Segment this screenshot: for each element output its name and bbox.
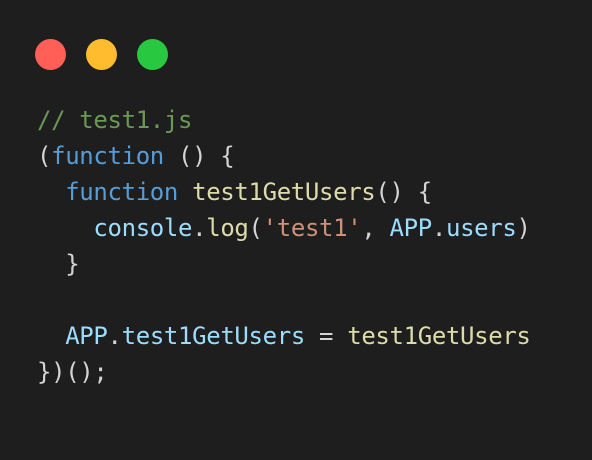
code-token-variable: test1GetUsers [121,322,306,350]
code-token-punctuation: . [431,214,446,242]
code-line: // test1.js [37,102,531,138]
code-token-keyword: function [65,178,178,206]
code-token-punctuation [37,322,65,350]
code-token-punctuation: () { [375,178,432,206]
window-controls [35,39,168,71]
code-line: })(); [37,354,531,390]
close-icon[interactable] [35,39,66,70]
code-line: (function () { [37,138,531,174]
code-line: console.log('test1', APP.users) [37,210,531,246]
code-token-punctuation: () { [163,142,235,170]
code-token-variable: console [93,214,193,242]
code-token-punctuation: , [361,214,390,242]
code-token-function-name: log [206,214,249,242]
code-block: // test1.js (function () { function test1… [37,102,531,390]
code-token-variable: APP [389,214,433,242]
code-token-punctuation: ) [516,214,531,242]
code-line: APP.test1GetUsers = test1GetUsers [37,318,531,354]
code-token-punctuation: . [192,214,207,242]
code-token-punctuation [178,178,192,206]
code-token-comment: // test1.js [37,106,193,134]
code-window: // test1.js (function () { function test1… [0,0,592,460]
code-line: } [37,246,531,282]
code-token-string: 'test1' [262,214,362,242]
minimize-icon[interactable] [86,39,117,70]
code-token-punctuation: ( [248,214,263,242]
code-token-punctuation: = [304,322,348,350]
maximize-icon[interactable] [137,39,168,70]
code-token-function-name: test1GetUsers [347,322,531,350]
code-line: function test1GetUsers() { [37,174,531,210]
code-token-punctuation: . [107,322,122,350]
code-token-punctuation [37,178,65,206]
code-token-punctuation: } [37,250,80,278]
code-token-variable: APP [65,322,108,350]
code-token-punctuation: ( [37,142,52,170]
code-token-function-name: test1GetUsers [192,178,376,206]
code-token-keyword: function [51,142,164,170]
code-token-punctuation: })(); [37,358,108,386]
code-token-punctuation [37,214,93,242]
code-token-variable: users [445,214,517,242]
